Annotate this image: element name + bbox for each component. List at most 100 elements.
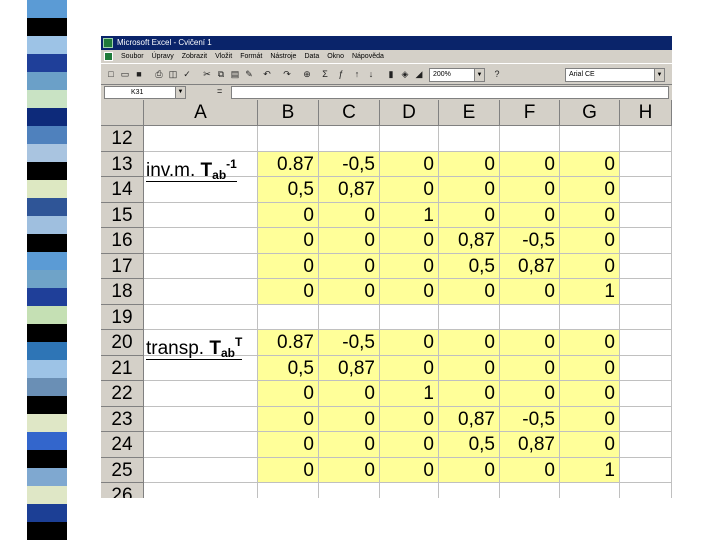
cell-b[interactable]: 0 <box>258 253 319 279</box>
cell-a[interactable] <box>144 483 258 498</box>
cell-e[interactable] <box>439 304 500 330</box>
cell-a[interactable]: inv.m. Tab-1 <box>144 151 258 182</box>
cell-b[interactable] <box>258 126 319 152</box>
column-header-d[interactable]: D <box>380 100 439 126</box>
cell-e[interactable]: 0,87 <box>439 228 500 254</box>
cell-c[interactable] <box>319 304 380 330</box>
cell-h[interactable] <box>620 253 672 279</box>
row-header[interactable]: 25 <box>101 457 144 483</box>
cell-g[interactable] <box>560 483 620 498</box>
row-header[interactable]: 13 <box>101 151 144 177</box>
row-header[interactable]: 19 <box>101 304 144 330</box>
row-header[interactable]: 20 <box>101 330 144 356</box>
menu-item[interactable]: Okno <box>327 50 344 63</box>
print-preview-icon[interactable]: ◫ <box>167 68 179 80</box>
chevron-down-icon[interactable]: ▼ <box>654 69 664 81</box>
cell-c[interactable]: 0 <box>319 253 380 279</box>
cell-d[interactable]: 0 <box>380 228 439 254</box>
cell-h[interactable] <box>620 432 672 458</box>
cell-f[interactable]: 0 <box>500 457 560 483</box>
cell-c[interactable]: 0 <box>319 202 380 228</box>
column-header-f[interactable]: F <box>500 100 560 126</box>
cell-c[interactable]: 0 <box>319 381 380 407</box>
column-header-a[interactable]: A <box>144 100 258 126</box>
row-header[interactable]: 24 <box>101 432 144 458</box>
cell-d[interactable] <box>380 304 439 330</box>
sort-descending-icon[interactable]: ↓ <box>365 68 377 80</box>
cell-h[interactable] <box>620 202 672 228</box>
cell-c[interactable]: 0 <box>319 432 380 458</box>
cell-d[interactable]: 0 <box>380 253 439 279</box>
cell-a[interactable] <box>144 279 258 305</box>
cell-h[interactable] <box>620 279 672 305</box>
cell-f[interactable]: -0,5 <box>500 228 560 254</box>
cell-c[interactable]: -0,5 <box>319 330 380 356</box>
cell-e[interactable]: 0,5 <box>439 253 500 279</box>
cell-e[interactable]: 0,5 <box>439 432 500 458</box>
cell-b[interactable]: 0 <box>258 381 319 407</box>
cell-b[interactable]: 0 <box>258 406 319 432</box>
cell-b[interactable] <box>258 304 319 330</box>
zoom-select[interactable]: 200% ▼ <box>429 68 485 82</box>
row-header[interactable]: 23 <box>101 406 144 432</box>
cell-d[interactable]: 1 <box>380 202 439 228</box>
menu-item[interactable]: Zobrazit <box>182 50 207 63</box>
cell-b[interactable]: 0 <box>258 228 319 254</box>
cell-f[interactable]: 0 <box>500 151 560 177</box>
cell-b[interactable]: 0 <box>258 279 319 305</box>
save-icon[interactable]: ■ <box>133 68 145 80</box>
cell-g[interactable]: 0 <box>560 151 620 177</box>
cell-e[interactable]: 0 <box>439 330 500 356</box>
print-icon[interactable]: ⎙ <box>153 68 165 80</box>
new-icon[interactable]: □ <box>105 68 117 80</box>
cell-a[interactable] <box>144 228 258 254</box>
cell-g[interactable]: 0 <box>560 202 620 228</box>
cell-e[interactable]: 0 <box>439 381 500 407</box>
cell-e[interactable]: 0 <box>439 177 500 203</box>
row-header[interactable]: 18 <box>101 279 144 305</box>
cell-c[interactable]: 0 <box>319 406 380 432</box>
cell-a[interactable] <box>144 126 258 152</box>
cell-e[interactable]: 0 <box>439 355 500 381</box>
cell-f[interactable]: 0 <box>500 279 560 305</box>
cell-b[interactable]: 0,5 <box>258 355 319 381</box>
cell-a[interactable] <box>144 457 258 483</box>
menu-item[interactable]: Nápověda <box>352 50 384 63</box>
undo-icon[interactable]: ↶ <box>261 68 273 80</box>
cell-e[interactable]: 0 <box>439 457 500 483</box>
cell-a[interactable] <box>144 432 258 458</box>
cell-f[interactable]: 0 <box>500 202 560 228</box>
cell-h[interactable] <box>620 330 672 356</box>
row-header[interactable]: 21 <box>101 355 144 381</box>
font-select[interactable]: Arial CE ▼ <box>565 68 665 82</box>
cell-a[interactable]: transp. TabT <box>144 330 258 360</box>
cell-a[interactable] <box>144 253 258 279</box>
column-header-g[interactable]: G <box>560 100 620 126</box>
cell-c[interactable]: 0 <box>319 228 380 254</box>
row-header[interactable]: 17 <box>101 253 144 279</box>
cell-d[interactable]: 0 <box>380 432 439 458</box>
cell-h[interactable] <box>620 228 672 254</box>
name-box[interactable]: K31 ▼ <box>104 86 186 99</box>
row-header[interactable]: 15 <box>101 202 144 228</box>
cell-f[interactable] <box>500 126 560 152</box>
cell-g[interactable] <box>560 304 620 330</box>
formula-input[interactable] <box>231 86 669 99</box>
cell-g[interactable]: 0 <box>560 406 620 432</box>
cell-a[interactable] <box>144 177 258 203</box>
cell-e[interactable]: 0 <box>439 279 500 305</box>
cell-f[interactable]: 0,87 <box>500 432 560 458</box>
column-header-e[interactable]: E <box>439 100 500 126</box>
autosum-icon[interactable]: Σ <box>319 68 331 80</box>
column-header-h[interactable]: H <box>620 100 672 126</box>
cell-b[interactable]: 0,5 <box>258 177 319 203</box>
cell-h[interactable] <box>620 304 672 330</box>
cell-g[interactable] <box>560 126 620 152</box>
cell-c[interactable]: -0,5 <box>319 151 380 177</box>
cell-f[interactable]: 0 <box>500 381 560 407</box>
cell-c[interactable]: 0,87 <box>319 355 380 381</box>
cell-f[interactable]: 0 <box>500 355 560 381</box>
drawing-icon[interactable]: ◢ <box>413 68 425 80</box>
cell-e[interactable] <box>439 483 500 498</box>
cell-e[interactable]: 0 <box>439 151 500 177</box>
